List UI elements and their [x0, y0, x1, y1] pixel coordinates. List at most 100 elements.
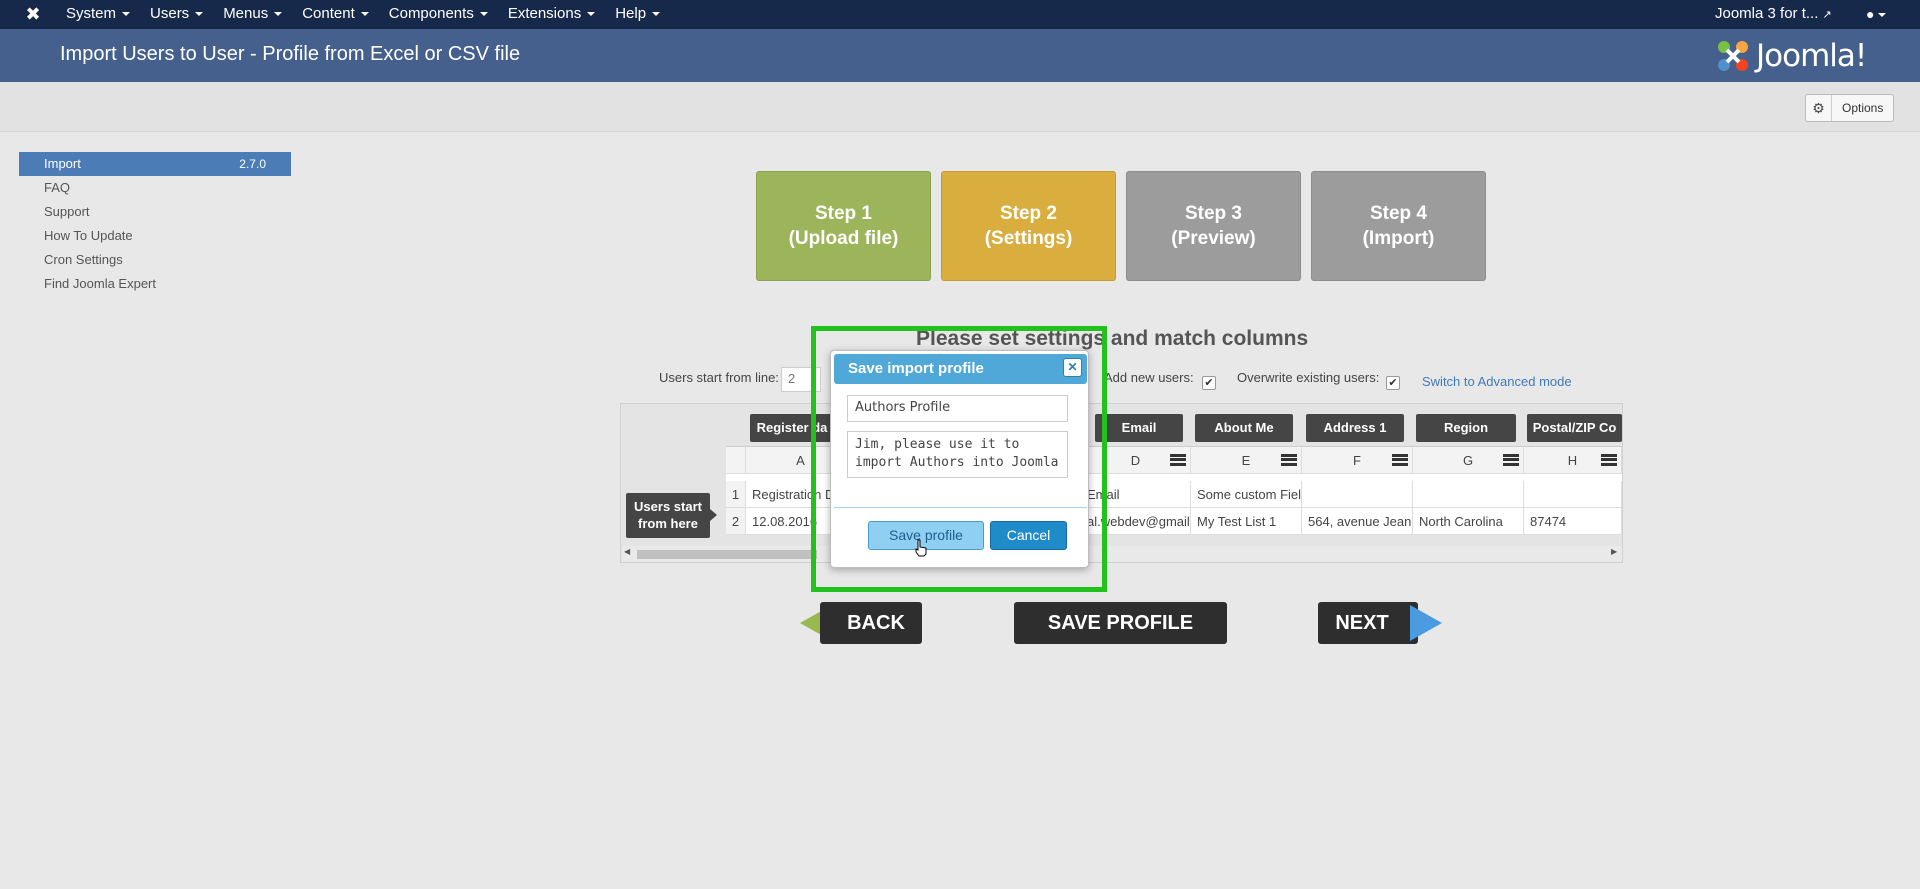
sidebar-item-find-expert[interactable]: Find Joomla Expert: [19, 272, 291, 296]
column-tag-email[interactable]: Email: [1095, 414, 1183, 442]
menu-components-label: Components: [388, 5, 474, 22]
menu-menus-label: Menus: [223, 5, 269, 22]
step-2-subtitle: (Settings): [984, 228, 1073, 249]
step-3-subtitle: (Preview): [1171, 228, 1256, 249]
add-new-users-checkbox[interactable]: ✔: [1202, 376, 1216, 390]
menu-extensions[interactable]: Extensions: [498, 0, 605, 29]
options-button[interactable]: ⚙ Options: [1805, 94, 1894, 122]
menu-users[interactable]: Users: [140, 0, 213, 29]
joomla-brand: Joomla!: [1714, 37, 1867, 75]
sidebar-item-import[interactable]: Import 2.7.0: [19, 152, 291, 176]
caret-down-icon: [360, 12, 369, 17]
scrollbar-thumb[interactable]: [637, 550, 817, 559]
sidebar-item-faq[interactable]: FAQ: [19, 176, 291, 200]
sidebar: Import 2.7.0 FAQ Support How To Update C…: [19, 152, 291, 296]
save-profile-button[interactable]: SAVE PROFILE: [1014, 602, 1227, 644]
menu-help[interactable]: Help: [605, 0, 670, 29]
overwrite-users-checkbox[interactable]: ✔: [1386, 376, 1400, 390]
site-link[interactable]: Joomla 3 for t... ↗: [1715, 0, 1832, 29]
toolbar: ⚙ Options: [0, 82, 1920, 132]
profile-name-input[interactable]: Authors Profile: [847, 395, 1068, 422]
menu-extensions-label: Extensions: [507, 5, 582, 22]
caret-down-icon: [122, 12, 131, 17]
dialog-title: Save import profile: [834, 354, 1087, 384]
back-button[interactable]: BACK: [820, 602, 922, 644]
site-link-label: Joomla 3 for t...: [1715, 5, 1819, 22]
sidebar-item-cron-settings[interactable]: Cron Settings: [19, 248, 291, 272]
column-letter: A: [796, 453, 805, 468]
scroll-right-arrow-icon[interactable]: ▶: [1611, 547, 1617, 556]
scroll-left-arrow-icon[interactable]: ◀: [624, 547, 630, 556]
table-cell: [1413, 481, 1524, 508]
sidebar-item-support[interactable]: Support: [19, 200, 291, 224]
column-letter: F: [1353, 453, 1361, 468]
version-badge: 2.7.0: [239, 157, 266, 171]
column-tag-address-1[interactable]: Address 1: [1306, 414, 1404, 442]
column-menu-icon[interactable]: [1601, 454, 1617, 466]
users-start-marker[interactable]: Users start from here: [626, 493, 717, 538]
column-header-g[interactable]: G: [1413, 447, 1524, 474]
user-menu[interactable]: ●: [1866, 0, 1887, 29]
page-header: Import Users to User - Profile from Exce…: [0, 29, 1920, 82]
column-letter: G: [1462, 453, 1474, 468]
caret-down-icon: [1878, 13, 1887, 18]
step-1-title: Step 1: [814, 203, 873, 224]
step-2-settings[interactable]: Step 2 (Settings): [941, 171, 1116, 281]
sidebar-item-how-to-update[interactable]: How To Update: [19, 224, 291, 248]
start-line-label: Users start from line:: [659, 370, 779, 385]
table-cell: My Test List 1: [1191, 508, 1302, 535]
sidebar-item-label: Find Joomla Expert: [44, 276, 156, 291]
caret-down-icon: [479, 12, 488, 17]
joomla-brand-icon: [1718, 41, 1748, 71]
table-cell: 87474: [1524, 508, 1622, 535]
sidebar-item-label: Cron Settings: [44, 252, 123, 267]
row-number: 2: [726, 508, 746, 535]
column-menu-icon[interactable]: [1281, 454, 1297, 466]
table-cell: [1524, 481, 1622, 508]
step-2-title: Step 2: [999, 203, 1058, 224]
next-arrow-icon[interactable]: [1410, 605, 1442, 641]
column-menu-icon[interactable]: [1392, 454, 1408, 466]
gear-icon: ⚙: [1806, 95, 1832, 121]
column-tag-about-me[interactable]: About Me: [1195, 414, 1293, 442]
menu-system-label: System: [66, 5, 117, 22]
column-header-f[interactable]: F: [1302, 447, 1413, 474]
row-number: 1: [726, 481, 746, 508]
next-button[interactable]: NEXT: [1318, 602, 1418, 644]
menu-menus[interactable]: Menus: [213, 0, 292, 29]
dialog-divider: [834, 507, 1087, 508]
advanced-mode-link[interactable]: Switch to Advanced mode: [1422, 374, 1572, 389]
sidebar-item-label: How To Update: [44, 228, 133, 243]
step-1-upload[interactable]: Step 1 (Upload file): [756, 171, 931, 281]
column-menu-icon[interactable]: [1170, 454, 1186, 466]
profile-description-textarea[interactable]: Jim, please use it to import Authors int…: [847, 431, 1068, 478]
joomla-logo-icon[interactable]: ✖: [22, 4, 44, 24]
user-icon: ●: [1866, 6, 1875, 22]
caret-down-icon: [195, 12, 204, 17]
sidebar-item-label: Import: [44, 156, 81, 171]
column-menu-icon[interactable]: [1503, 454, 1519, 466]
close-icon[interactable]: ✕: [1063, 358, 1082, 377]
menu-system[interactable]: System: [56, 0, 140, 29]
menu-content[interactable]: Content: [292, 0, 379, 29]
admin-navbar: ✖ System Users Menus Content Components …: [0, 0, 1920, 29]
sidebar-item-label: Support: [44, 204, 90, 219]
step-4-title: Step 4: [1369, 203, 1428, 224]
brand-name: Joomla!: [1756, 38, 1867, 74]
column-header-h[interactable]: H: [1524, 447, 1622, 474]
column-tag-postal-code[interactable]: Postal/ZIP Co: [1527, 414, 1622, 442]
column-letter: D: [1130, 453, 1141, 468]
menu-content-label: Content: [302, 5, 355, 22]
cancel-button[interactable]: Cancel: [990, 521, 1067, 550]
table-cell: 564, avenue Jean: [1302, 508, 1413, 535]
menu-components[interactable]: Components: [379, 0, 498, 29]
add-new-users-label: Add new users:: [1104, 370, 1194, 385]
column-header-e[interactable]: E: [1191, 447, 1302, 474]
sidebar-item-label: FAQ: [44, 180, 71, 195]
step-3-title: Step 3: [1184, 203, 1243, 224]
caret-down-icon: [652, 12, 661, 17]
column-tag-region[interactable]: Region: [1416, 414, 1516, 442]
options-label: Options: [1842, 101, 1884, 115]
step-1-subtitle: (Upload file): [788, 228, 899, 249]
column-letter: H: [1567, 453, 1578, 468]
